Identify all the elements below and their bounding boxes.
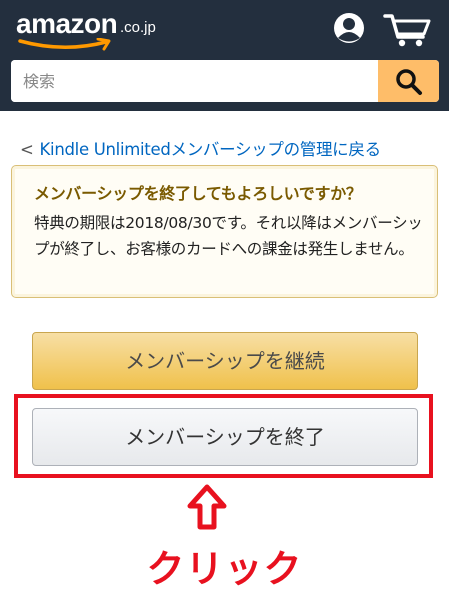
alert-title: メンバーシップを終了してもよろしいですか？ [34, 184, 362, 203]
cart-icon[interactable] [383, 10, 433, 48]
end-membership-button[interactable]: メンバーシップを終了 [32, 408, 418, 466]
search-button[interactable] [378, 60, 439, 102]
logo-tld: .co.jp [120, 19, 156, 36]
cancel-confirmation-alert: メンバーシップを終了してもよろしいですか？ 特典の期限は2018/08/30です… [11, 165, 438, 298]
search-icon [396, 69, 422, 95]
back-chevron: < [20, 140, 34, 159]
back-link-label: Kindle Unlimitedメンバーシップの管理に戻る [39, 140, 382, 159]
click-annotation-label: クリック [146, 547, 303, 591]
amazon-logo[interactable]: amazon .co.jp [16, 6, 156, 51]
search-input[interactable] [11, 60, 378, 102]
account-icon[interactable] [333, 12, 365, 44]
logo-text: amazon [16, 8, 118, 39]
search-bar [11, 60, 439, 102]
smile-arrow-icon [18, 38, 111, 51]
app-header: amazon .co.jp [0, 0, 449, 111]
back-to-kindle-unlimited-link[interactable]: < Kindle Unlimitedメンバーシップの管理に戻る [20, 136, 381, 160]
continue-membership-button[interactable]: メンバーシップを継続 [32, 332, 418, 390]
alert-body: 特典の期限は2018/08/30です。それ以降はメンバーシップが終了し、お客様の… [34, 214, 423, 258]
up-arrow-icon [187, 484, 227, 530]
